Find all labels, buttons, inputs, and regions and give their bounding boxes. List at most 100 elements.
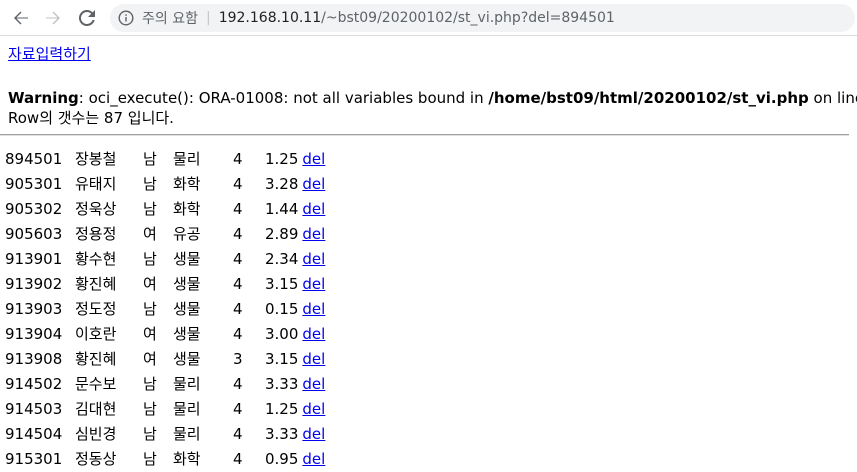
department-cell: 화학 xyxy=(173,450,201,468)
php-warning: Warning: oci_execute(): ORA-01008: not a… xyxy=(8,88,857,108)
student-name-cell: 유태지 xyxy=(75,175,117,193)
student-id-cell: 905603 xyxy=(5,224,63,243)
department-cell: 물리 xyxy=(173,400,201,418)
table-row: 914502 문수보 남 물리 4 3.33 del xyxy=(4,372,326,395)
gender-cell: 남 xyxy=(143,400,157,418)
delete-cell: del xyxy=(301,397,326,420)
gender-cell: 남 xyxy=(143,300,157,318)
delete-cell: del xyxy=(301,347,326,370)
gpa-cell: 1.25 xyxy=(265,149,299,168)
grade-cell: 4 xyxy=(233,274,243,293)
delete-cell: del xyxy=(301,197,326,220)
delete-cell: del xyxy=(301,222,326,245)
delete-link[interactable]: del xyxy=(302,150,325,168)
grade-cell: 4 xyxy=(233,299,243,318)
delete-link[interactable]: del xyxy=(302,175,325,193)
gender-cell: 남 xyxy=(143,150,157,168)
delete-link[interactable]: del xyxy=(302,250,325,268)
gpa-cell: 1.44 xyxy=(265,199,299,218)
delete-link[interactable]: del xyxy=(302,450,325,468)
student-id-cell: 905302 xyxy=(5,199,63,218)
department-cell: 유공 xyxy=(173,225,201,243)
table-row: 914504 심빈경 남 물리 4 3.33 del xyxy=(4,422,326,445)
delete-cell: del xyxy=(301,147,326,170)
student-id-cell: 913901 xyxy=(5,249,63,268)
delete-link[interactable]: del xyxy=(302,350,325,368)
delete-cell: del xyxy=(301,172,326,195)
delete-link[interactable]: del xyxy=(302,400,325,418)
delete-cell: del xyxy=(301,322,326,345)
grade-cell: 4 xyxy=(233,424,243,443)
forward-button[interactable] xyxy=(41,6,65,30)
gpa-cell: 3.28 xyxy=(265,174,299,193)
grade-cell: 4 xyxy=(233,449,243,468)
gpa-cell: 3.15 xyxy=(265,274,299,293)
delete-link[interactable]: del xyxy=(302,375,325,393)
reload-icon xyxy=(79,10,95,26)
student-id-cell: 894501 xyxy=(5,149,63,168)
gender-cell: 여 xyxy=(143,275,157,293)
student-id-cell: 905301 xyxy=(5,174,63,193)
department-cell: 화학 xyxy=(173,175,201,193)
table-row: 905301 유태지 남 화학 4 3.28 del xyxy=(4,172,326,195)
gpa-cell: 3.00 xyxy=(265,324,299,343)
gpa-cell: 0.95 xyxy=(265,449,299,468)
browser-toolbar: 주의 요함 | 192.168.10.11/~bst09/20200102/st… xyxy=(0,0,857,36)
delete-cell: del xyxy=(301,447,326,470)
table-row: 914503 김대현 남 물리 4 1.25 del xyxy=(4,397,326,420)
delete-cell: del xyxy=(301,372,326,395)
student-id-cell: 914503 xyxy=(5,399,63,418)
data-entry-link[interactable]: 자료입력하기 xyxy=(8,44,91,64)
gender-cell: 남 xyxy=(143,375,157,393)
student-name-cell: 이호란 xyxy=(75,325,117,343)
department-cell: 물리 xyxy=(173,375,201,393)
student-id-cell: 913903 xyxy=(5,299,63,318)
table-row: 905302 정욱상 남 화학 4 1.44 del xyxy=(4,197,326,220)
delete-link[interactable]: del xyxy=(302,275,325,293)
url-host[interactable]: 192.168.10.11 xyxy=(219,10,321,26)
student-name-cell: 정동상 xyxy=(75,450,117,468)
security-status[interactable]: 주의 요함 xyxy=(142,8,198,28)
gender-cell: 여 xyxy=(143,350,157,368)
student-id-cell: 915301 xyxy=(5,449,63,468)
address-bar[interactable]: 주의 요함 | 192.168.10.11/~bst09/20200102/st… xyxy=(110,4,855,32)
department-cell: 생물 xyxy=(173,300,201,318)
delete-link[interactable]: del xyxy=(302,200,325,218)
gender-cell: 남 xyxy=(143,450,157,468)
delete-link[interactable]: del xyxy=(302,300,325,318)
grade-cell: 4 xyxy=(233,324,243,343)
gpa-cell: 0.15 xyxy=(265,299,299,318)
warning-label: Warning xyxy=(8,89,79,107)
delete-link[interactable]: del xyxy=(302,425,325,443)
gpa-cell: 2.89 xyxy=(265,224,299,243)
grade-cell: 4 xyxy=(233,174,243,193)
grade-cell: 4 xyxy=(233,199,243,218)
delete-cell: del xyxy=(301,422,326,445)
url-path[interactable]: /~bst09/20200102/st_vi.php?del=894501 xyxy=(321,10,615,26)
student-id-cell: 913908 xyxy=(5,349,63,368)
student-name-cell: 황진혜 xyxy=(75,275,117,293)
student-name-cell: 정도정 xyxy=(75,300,117,318)
warning-message: : oci_execute(): ORA-01008: not all vari… xyxy=(78,89,489,107)
grade-cell: 4 xyxy=(233,224,243,243)
back-button[interactable] xyxy=(9,6,33,30)
student-name-cell: 황진혜 xyxy=(75,350,117,368)
table-row: 913908 황진혜 여 생물 3 3.15 del xyxy=(4,347,326,370)
delete-cell: del xyxy=(301,297,326,320)
warning-path: /home/bst09/html/20200102/st_vi.php xyxy=(488,89,809,107)
reload-button[interactable] xyxy=(75,6,99,30)
table-row: 913904 이호란 여 생물 4 3.00 del xyxy=(4,322,326,345)
gender-cell: 여 xyxy=(143,325,157,343)
grade-cell: 4 xyxy=(233,149,243,168)
student-id-cell: 913902 xyxy=(5,274,63,293)
gpa-cell: 2.34 xyxy=(265,249,299,268)
delete-link[interactable]: del xyxy=(302,325,325,343)
info-circle-icon[interactable] xyxy=(118,10,134,26)
grade-cell: 4 xyxy=(233,399,243,418)
omnibox-separator: | xyxy=(205,10,211,26)
student-name-cell: 심빈경 xyxy=(75,425,117,443)
department-cell: 생물 xyxy=(173,325,201,343)
gender-cell: 남 xyxy=(143,200,157,218)
delete-link[interactable]: del xyxy=(302,225,325,243)
delete-cell: del xyxy=(301,247,326,270)
